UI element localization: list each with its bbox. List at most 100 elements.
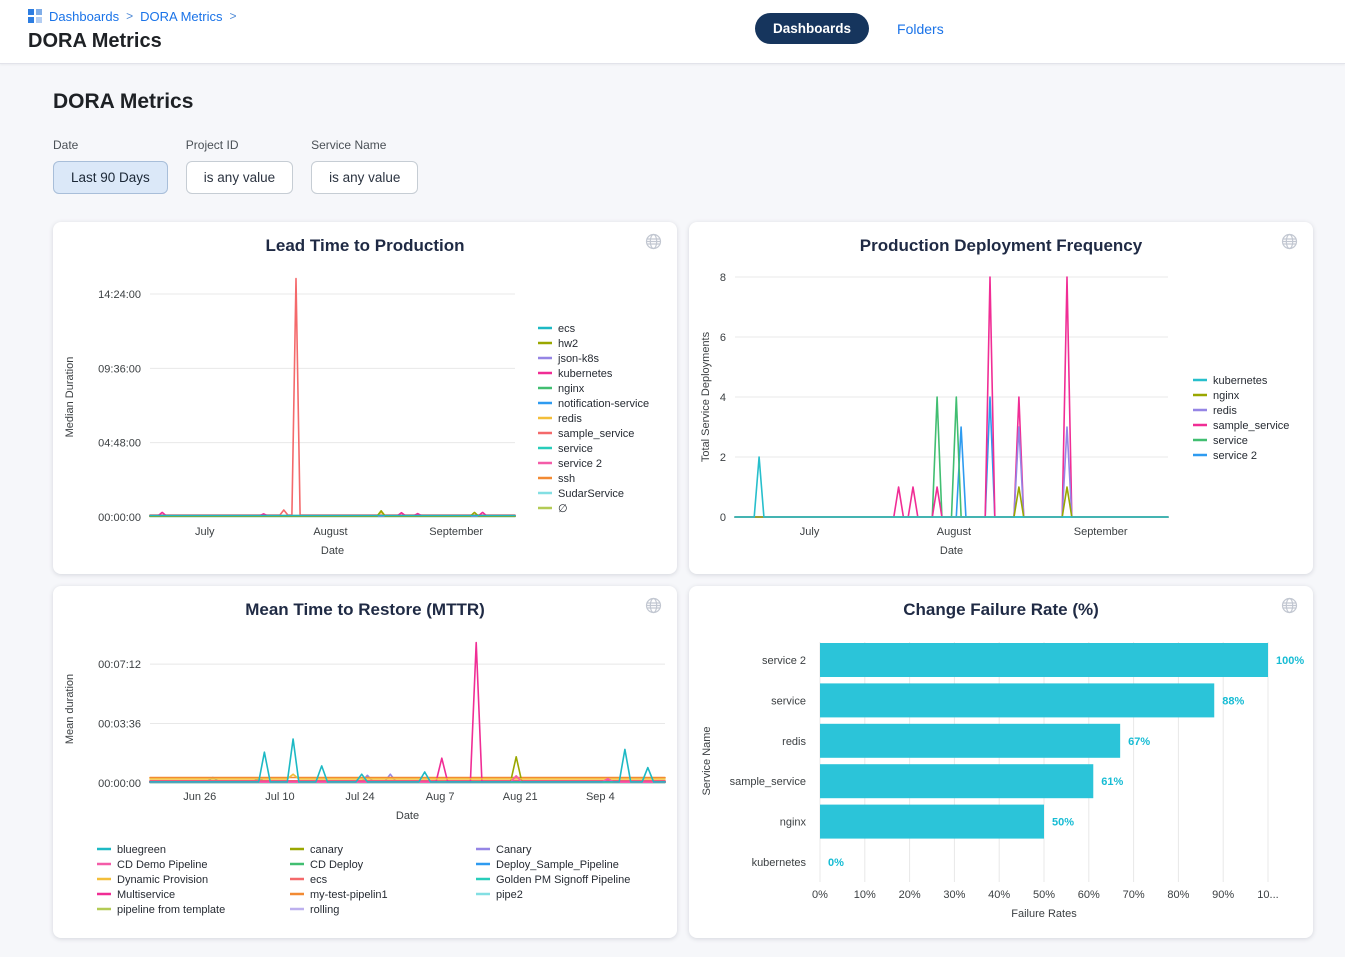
svg-text:2: 2 xyxy=(720,452,726,464)
svg-text:service 2: service 2 xyxy=(762,655,806,667)
svg-text:nginx: nginx xyxy=(558,383,585,395)
filter-service-name-value-button[interactable]: is any value xyxy=(311,161,418,194)
svg-text:88%: 88% xyxy=(1222,695,1244,707)
svg-text:00:00:00: 00:00:00 xyxy=(98,778,141,790)
svg-text:service: service xyxy=(771,695,806,707)
svg-text:SudarService: SudarService xyxy=(558,488,624,500)
tab-dashboards[interactable]: Dashboards xyxy=(755,13,869,44)
svg-text:Total Service Deployments: Total Service Deployments xyxy=(700,331,712,462)
globe-icon[interactable] xyxy=(1281,233,1298,250)
svg-text:kubernetes: kubernetes xyxy=(1213,375,1268,387)
svg-text:6: 6 xyxy=(720,332,726,344)
svg-text:pipeline from template: pipeline from template xyxy=(117,904,225,916)
svg-text:rolling: rolling xyxy=(310,904,339,916)
chart-title: Lead Time to Production xyxy=(53,236,677,256)
dashboard-grid: 00:00:0004:48:0009:36:0014:24:00JulyAugu… xyxy=(53,222,1313,938)
svg-text:ecs: ecs xyxy=(558,323,576,335)
svg-text:Date: Date xyxy=(396,810,419,822)
svg-text:service 2: service 2 xyxy=(1213,450,1257,462)
svg-text:0%: 0% xyxy=(828,857,844,869)
tab-folders[interactable]: Folders xyxy=(897,21,944,37)
svg-text:70%: 70% xyxy=(1123,889,1145,901)
svg-text:80%: 80% xyxy=(1167,889,1189,901)
card-change-failure-rate: 0%10%20%30%40%50%60%70%80%90%10...servic… xyxy=(689,586,1313,938)
svg-text:Failure Rates: Failure Rates xyxy=(1011,908,1077,920)
svg-text:50%: 50% xyxy=(1052,817,1074,829)
breadcrumb-link-dora-metrics[interactable]: DORA Metrics xyxy=(140,9,222,24)
svg-text:service 2: service 2 xyxy=(558,458,602,470)
svg-text:Mean duration: Mean duration xyxy=(64,674,76,744)
svg-text:00:07:12: 00:07:12 xyxy=(98,659,141,671)
page-title: DORA Metrics xyxy=(53,90,1345,114)
deployment-frequency-chart-canvas[interactable]: 02468JulyAugustSeptemberDateTotal Servic… xyxy=(689,222,1313,574)
svg-text:∅: ∅ xyxy=(558,503,568,515)
svg-text:json-k8s: json-k8s xyxy=(557,353,599,365)
svg-text:8: 8 xyxy=(720,272,726,284)
globe-icon[interactable] xyxy=(1281,597,1298,614)
svg-text:60%: 60% xyxy=(1078,889,1100,901)
svg-text:notification-service: notification-service xyxy=(558,398,649,410)
svg-text:Service Name: Service Name xyxy=(701,726,713,795)
svg-text:14:24:00: 14:24:00 xyxy=(98,289,141,301)
change-failure-rate-chart-canvas[interactable]: 0%10%20%30%40%50%60%70%80%90%10...servic… xyxy=(689,586,1313,938)
card-lead-time-to-production: 00:00:0004:48:0009:36:0014:24:00JulyAugu… xyxy=(53,222,677,574)
svg-text:00:03:36: 00:03:36 xyxy=(98,719,141,731)
svg-text:61%: 61% xyxy=(1101,776,1123,788)
svg-text:Jul 24: Jul 24 xyxy=(345,791,374,803)
svg-text:redis: redis xyxy=(782,736,806,748)
svg-text:00:00:00: 00:00:00 xyxy=(98,512,141,524)
svg-text:sample_service: sample_service xyxy=(558,428,634,440)
svg-text:redis: redis xyxy=(1213,405,1237,417)
card-mean-time-to-restore: 00:00:0000:03:3600:07:12Jun 26Jul 10Jul … xyxy=(53,586,677,938)
svg-text:20%: 20% xyxy=(899,889,921,901)
card-production-deployment-frequency: 02468JulyAugustSeptemberDateTotal Servic… xyxy=(689,222,1313,574)
breadcrumb-separator: > xyxy=(229,9,236,23)
svg-text:0: 0 xyxy=(720,512,726,524)
header-tabs: Dashboards Folders xyxy=(755,13,944,44)
mttr-chart-canvas[interactable]: 00:00:0000:03:3600:07:12Jun 26Jul 10Jul … xyxy=(53,586,677,938)
svg-text:Jul 10: Jul 10 xyxy=(265,791,294,803)
filter-date-value-button[interactable]: Last 90 Days xyxy=(53,161,168,194)
svg-text:service: service xyxy=(558,443,593,455)
svg-text:Aug 7: Aug 7 xyxy=(426,791,455,803)
globe-icon[interactable] xyxy=(645,233,662,250)
svg-text:90%: 90% xyxy=(1212,889,1234,901)
chart-title: Production Deployment Frequency xyxy=(689,236,1313,256)
app-header: Dashboards > DORA Metrics > DORA Metrics… xyxy=(0,0,1345,64)
globe-icon[interactable] xyxy=(645,597,662,614)
svg-text:my-test-pipelin1: my-test-pipelin1 xyxy=(310,889,388,901)
breadcrumb: Dashboards > DORA Metrics > xyxy=(28,7,1345,25)
filter-service-name-label: Service Name xyxy=(311,138,418,152)
svg-text:August: August xyxy=(313,526,347,538)
dashboards-grid-icon xyxy=(28,9,42,23)
filter-project-id-label: Project ID xyxy=(186,138,293,152)
svg-text:CD Deploy: CD Deploy xyxy=(310,859,364,871)
svg-text:Median Duration: Median Duration xyxy=(64,357,76,438)
svg-text:10%: 10% xyxy=(854,889,876,901)
svg-text:bluegreen: bluegreen xyxy=(117,844,166,856)
svg-text:kubernetes: kubernetes xyxy=(752,857,807,869)
filter-bar: Date Last 90 Days Project ID is any valu… xyxy=(53,138,1345,194)
svg-text:nginx: nginx xyxy=(780,817,807,829)
dashboard-main: DORA Metrics Date Last 90 Days Project I… xyxy=(0,64,1345,938)
svg-text:August: August xyxy=(937,526,971,538)
svg-text:40%: 40% xyxy=(988,889,1010,901)
svg-text:10...: 10... xyxy=(1257,889,1278,901)
svg-text:hw2: hw2 xyxy=(558,338,578,350)
filter-service-name: Service Name is any value xyxy=(311,138,418,194)
svg-text:canary: canary xyxy=(310,844,344,856)
svg-text:Deploy_Sample_Pipeline: Deploy_Sample_Pipeline xyxy=(496,859,619,871)
svg-text:Multiservice: Multiservice xyxy=(117,889,175,901)
svg-text:ecs: ecs xyxy=(310,874,328,886)
lead-time-chart-canvas[interactable]: 00:00:0004:48:0009:36:0014:24:00JulyAugu… xyxy=(53,222,677,574)
svg-text:September: September xyxy=(429,526,483,538)
window-title: DORA Metrics xyxy=(28,30,1345,53)
svg-text:service: service xyxy=(1213,435,1248,447)
breadcrumb-link-dashboards[interactable]: Dashboards xyxy=(49,9,119,24)
filter-project-id-value-button[interactable]: is any value xyxy=(186,161,293,194)
svg-text:0%: 0% xyxy=(812,889,828,901)
svg-text:Aug 21: Aug 21 xyxy=(503,791,538,803)
svg-text:04:48:00: 04:48:00 xyxy=(98,438,141,450)
svg-text:09:36:00: 09:36:00 xyxy=(98,363,141,375)
svg-text:Sep 4: Sep 4 xyxy=(586,791,615,803)
